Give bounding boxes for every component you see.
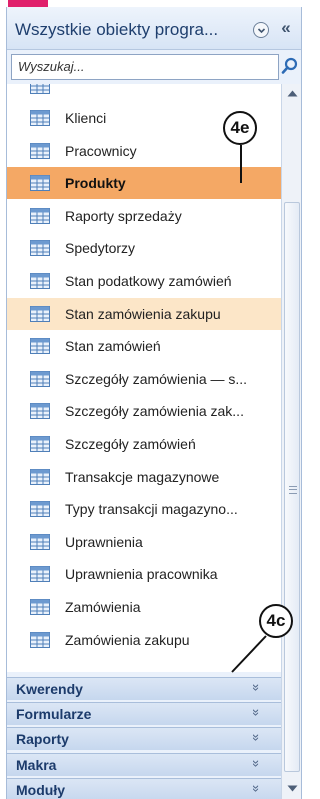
table-icon	[30, 436, 50, 452]
list-item-label: Szczegóły zamówień	[65, 436, 196, 452]
group-header[interactable]: Raporty »	[7, 727, 281, 751]
scrollbar-grip-icon	[289, 486, 297, 494]
list-item[interactable]: Typy transakcji magazyno...	[7, 493, 281, 525]
navigation-pane: Wszystkie obiekty progra... « Klienci Pra…	[6, 7, 302, 799]
group-label: Formularze	[16, 706, 92, 723]
scroll-down-arrow-icon[interactable]	[282, 779, 301, 797]
list-item[interactable]: Szczegóły zamówienia zak...	[7, 395, 281, 427]
expand-chevron-icon[interactable]: »	[249, 759, 264, 766]
table-icon	[30, 110, 50, 126]
list-item[interactable]: Stan podatkowy zamówień	[7, 265, 281, 297]
list-item[interactable]: Transakcje magazynowe	[7, 461, 281, 493]
group-label: Makra	[16, 756, 57, 773]
table-icon	[30, 533, 50, 550]
table-icon	[30, 175, 50, 192]
group-header[interactable]: Kwerendy »	[7, 677, 281, 700]
list-item-label: Szczegóły zamówienia zak...	[65, 403, 244, 420]
table-icon	[30, 501, 50, 518]
list-item[interactable]: Uprawnienia	[7, 526, 281, 558]
group-header[interactable]: Formularze »	[7, 702, 281, 726]
vertical-scrollbar[interactable]	[281, 84, 301, 799]
group-label: Moduły	[16, 781, 65, 798]
table-icon	[30, 240, 50, 257]
group-header[interactable]: Moduły »	[7, 777, 281, 799]
list-item[interactable]: Szczegóły zamówienia — s...	[7, 363, 281, 395]
accent-bar	[8, 0, 48, 7]
group-label: Raporty	[16, 731, 69, 748]
list-item[interactable]: Szczegóły zamówień	[7, 428, 281, 460]
callout-4e: 4e	[223, 111, 257, 145]
table-icon	[30, 566, 50, 583]
list-item-label: Uprawnienia pracownika	[65, 566, 218, 583]
list-item[interactable]: Uprawnienia pracownika	[7, 558, 281, 590]
table-icon	[30, 142, 50, 159]
expand-chevron-icon[interactable]: »	[249, 734, 264, 741]
search-input[interactable]	[12, 55, 282, 77]
navigation-pane-title[interactable]: Wszystkie obiekty progra...	[15, 20, 218, 40]
expand-chevron-icon[interactable]: »	[249, 709, 264, 716]
table-icon	[30, 370, 50, 387]
list-item-label: Transakcje magazynowe	[65, 468, 220, 485]
search-icon[interactable]	[281, 57, 299, 75]
list-item[interactable]: Zamówienia zakupu	[7, 624, 281, 656]
table-icon	[30, 631, 50, 648]
table-icon	[30, 403, 50, 420]
table-icon	[30, 273, 50, 289]
list-item-label: Uprawnienia	[65, 533, 143, 550]
navigation-pane-header[interactable]: Wszystkie obiekty progra... «	[7, 7, 301, 50]
list-item-label: Zamówienia	[65, 599, 141, 615]
table-icon	[30, 468, 50, 485]
list-item-label: Stan zamówienia zakupu	[65, 305, 221, 322]
list-item-label: Pracownicy	[65, 142, 137, 159]
scrollbar-thumb[interactable]	[284, 202, 300, 772]
group-label: Kwerendy	[16, 681, 83, 697]
table-icon	[30, 207, 50, 224]
chevron-down-circle-icon[interactable]	[253, 22, 269, 38]
list-item-label: Typy transakcji magazyno...	[65, 501, 238, 518]
expand-chevron-icon[interactable]: »	[249, 785, 264, 792]
list-item[interactable]: Spedytorzy	[7, 232, 281, 264]
table-icon	[30, 84, 50, 94]
list-item-label: Stan zamówień	[65, 338, 161, 355]
callout-4e-leader	[240, 145, 242, 183]
list-item-label: Zamówienia zakupu	[65, 631, 190, 648]
list-item-label: Spedytorzy	[65, 240, 136, 257]
list-item-label: Klienci	[65, 110, 107, 126]
double-chevron-left-icon[interactable]: «	[277, 18, 295, 37]
table-icon	[30, 599, 50, 615]
callout-4c: 4c	[259, 604, 293, 638]
list-item[interactable]: Stan zamówienia zakupu	[7, 297, 281, 330]
list-item-label: Produkty	[65, 175, 126, 192]
list-item-partial	[7, 84, 281, 102]
list-item-label: Szczegóły zamówienia — s...	[65, 370, 248, 387]
list-item[interactable]: Zamówienia	[7, 591, 281, 623]
table-icon	[30, 338, 50, 355]
list-item[interactable]: Raporty sprzedaży	[7, 200, 281, 232]
group-header[interactable]: Makra »	[7, 752, 281, 776]
search-box[interactable]	[11, 54, 282, 80]
list-item-label: Raporty sprzedaży	[65, 207, 182, 224]
list-item-label: Stan podatkowy zamówień	[65, 273, 232, 289]
table-icon	[30, 305, 50, 322]
expand-chevron-icon[interactable]: »	[249, 684, 264, 691]
list-item[interactable]: Stan zamówień	[7, 330, 281, 362]
scroll-up-arrow-icon[interactable]	[282, 84, 301, 102]
